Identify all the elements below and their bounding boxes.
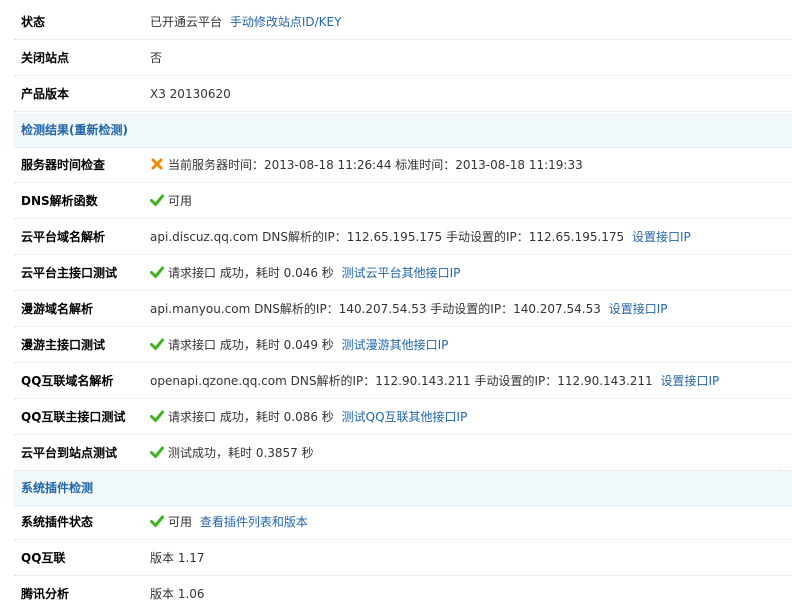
row-cloud-domain-resolve: 云平台域名解析 api.discuz.qq.com DNS解析的IP：112.6… <box>14 220 792 255</box>
row-label: 云平台主接口测试 <box>21 266 118 280</box>
test-cloud-other-interface-link[interactable]: 测试云平台其他接口IP <box>342 266 461 280</box>
qq-connect-version: 版本 1.17 <box>150 551 205 565</box>
check-icon <box>150 338 164 350</box>
test-manyou-other-interface-link[interactable]: 测试漫游其他接口IP <box>342 338 449 352</box>
row-value: 测试成功，耗时 0.3857 秒 <box>150 436 314 471</box>
plugin-status-text: 可用 <box>168 515 193 529</box>
row-label: 腾讯分析 <box>21 587 70 601</box>
check-icon <box>150 446 164 458</box>
row-tencent-analysis-plugin: 腾讯分析 版本 1.06 <box>14 577 792 608</box>
check-icon <box>150 410 164 422</box>
set-interface-ip-link[interactable]: 设置接口IP <box>632 230 691 244</box>
row-qq-connect-plugin: QQ互联 版本 1.17 <box>14 541 792 576</box>
row-label: QQ互联主接口测试 <box>21 410 126 424</box>
row-label: 服务器时间检查 <box>21 158 106 172</box>
row-cloud-to-site-test: 云平台到站点测试 测试成功，耗时 0.3857 秒 <box>14 436 792 471</box>
cloud-domain-text: api.discuz.qq.com DNS解析的IP：112.65.195.17… <box>150 230 625 244</box>
row-manyou-main-interface-test: 漫游主接口测试 请求接口 成功，耗时 0.049 秒 测试漫游其他接口IP <box>14 328 792 363</box>
row-server-time-check: 服务器时间检查 当前服务器时间：2013-08-18 11:26:44 标准时间… <box>14 148 792 183</box>
row-qq-domain-resolve: QQ互联域名解析 openapi.qzone.qq.com DNS解析的IP：1… <box>14 364 792 399</box>
plugin-check-title: 系统插件检测 <box>21 481 94 495</box>
row-label: 关闭站点 <box>21 51 70 65</box>
cloud-platform-diagnostics: 状态 已开通云平台 手动修改站点ID/KEY 关闭站点 否 产品版本 X3 20… <box>0 0 792 608</box>
row-label: 产品版本 <box>21 87 70 101</box>
row-label: 状态 <box>21 15 46 29</box>
status-text: 已开通云平台 <box>150 15 223 29</box>
row-value: 已开通云平台 手动修改站点ID/KEY <box>150 5 341 40</box>
row-value: 可用 <box>150 184 192 219</box>
row-label: QQ互联 <box>21 551 66 565</box>
row-label: QQ互联域名解析 <box>21 374 114 388</box>
row-status: 状态 已开通云平台 手动修改站点ID/KEY <box>14 5 792 40</box>
row-plugin-status: 系统插件状态 可用 查看插件列表和版本 <box>14 505 792 540</box>
manyou-main-text: 请求接口 成功，耗时 0.049 秒 <box>168 338 334 352</box>
row-value: api.discuz.qq.com DNS解析的IP：112.65.195.17… <box>150 220 691 255</box>
row-value: 请求接口 成功，耗时 0.049 秒 测试漫游其他接口IP <box>150 328 448 363</box>
row-qq-main-interface-test: QQ互联主接口测试 请求接口 成功，耗时 0.086 秒 测试QQ互联其他接口I… <box>14 400 792 435</box>
set-interface-ip-link[interactable]: 设置接口IP <box>661 374 720 388</box>
server-time-text: 当前服务器时间：2013-08-18 11:26:44 标准时间：2013-08… <box>168 158 583 172</box>
close-site-value: 否 <box>150 51 163 65</box>
qq-main-text: 请求接口 成功，耗时 0.086 秒 <box>168 410 334 424</box>
qq-domain-text: openapi.qzone.qq.com DNS解析的IP：112.90.143… <box>150 374 653 388</box>
row-label: 漫游域名解析 <box>21 302 94 316</box>
row-cloud-main-interface-test: 云平台主接口测试 请求接口 成功，耗时 0.046 秒 测试云平台其他接口IP <box>14 256 792 291</box>
edit-site-id-key-link[interactable]: 手动修改站点ID/KEY <box>230 15 342 29</box>
manyou-domain-text: api.manyou.com DNS解析的IP：140.207.54.53 手动… <box>150 302 601 316</box>
row-label: 漫游主接口测试 <box>21 338 106 352</box>
test-qq-other-interface-link[interactable]: 测试QQ互联其他接口IP <box>342 410 468 424</box>
dns-function-text: 可用 <box>168 194 193 208</box>
cloud-to-site-text: 测试成功，耗时 0.3857 秒 <box>168 446 314 460</box>
tencent-analysis-version: 版本 1.06 <box>150 587 205 601</box>
row-label: 云平台到站点测试 <box>21 446 118 460</box>
view-plugin-list-link[interactable]: 查看插件列表和版本 <box>200 515 308 529</box>
row-value: 请求接口 成功，耗时 0.086 秒 测试QQ互联其他接口IP <box>150 400 467 435</box>
cloud-main-text: 请求接口 成功，耗时 0.046 秒 <box>168 266 334 280</box>
check-icon <box>150 266 164 278</box>
row-value: 当前服务器时间：2013-08-18 11:26:44 标准时间：2013-08… <box>150 148 583 183</box>
row-label: 云平台域名解析 <box>21 230 106 244</box>
row-label: DNS解析函数 <box>21 194 98 208</box>
row-label: 系统插件状态 <box>21 515 94 529</box>
row-product-version: 产品版本 X3 20130620 <box>14 77 792 112</box>
product-version-value: X3 20130620 <box>150 87 231 101</box>
row-value: api.manyou.com DNS解析的IP：140.207.54.53 手动… <box>150 292 667 327</box>
row-value: 可用 查看插件列表和版本 <box>150 505 308 540</box>
error-cross-icon <box>151 158 163 170</box>
section-detect-results: 检测结果(重新检测) <box>14 113 792 148</box>
row-value: openapi.qzone.qq.com DNS解析的IP：112.90.143… <box>150 364 719 399</box>
row-manyou-domain-resolve: 漫游域名解析 api.manyou.com DNS解析的IP：140.207.5… <box>14 292 792 327</box>
detect-results-title-link[interactable]: 检测结果(重新检测) <box>21 113 128 148</box>
set-interface-ip-link[interactable]: 设置接口IP <box>609 302 668 316</box>
check-icon <box>150 194 164 206</box>
row-dns-function: DNS解析函数 可用 <box>14 184 792 219</box>
row-close-site: 关闭站点 否 <box>14 41 792 76</box>
section-plugin-check: 系统插件检测 <box>14 471 792 506</box>
row-value: 请求接口 成功，耗时 0.046 秒 测试云平台其他接口IP <box>150 256 460 291</box>
check-icon <box>150 515 164 527</box>
